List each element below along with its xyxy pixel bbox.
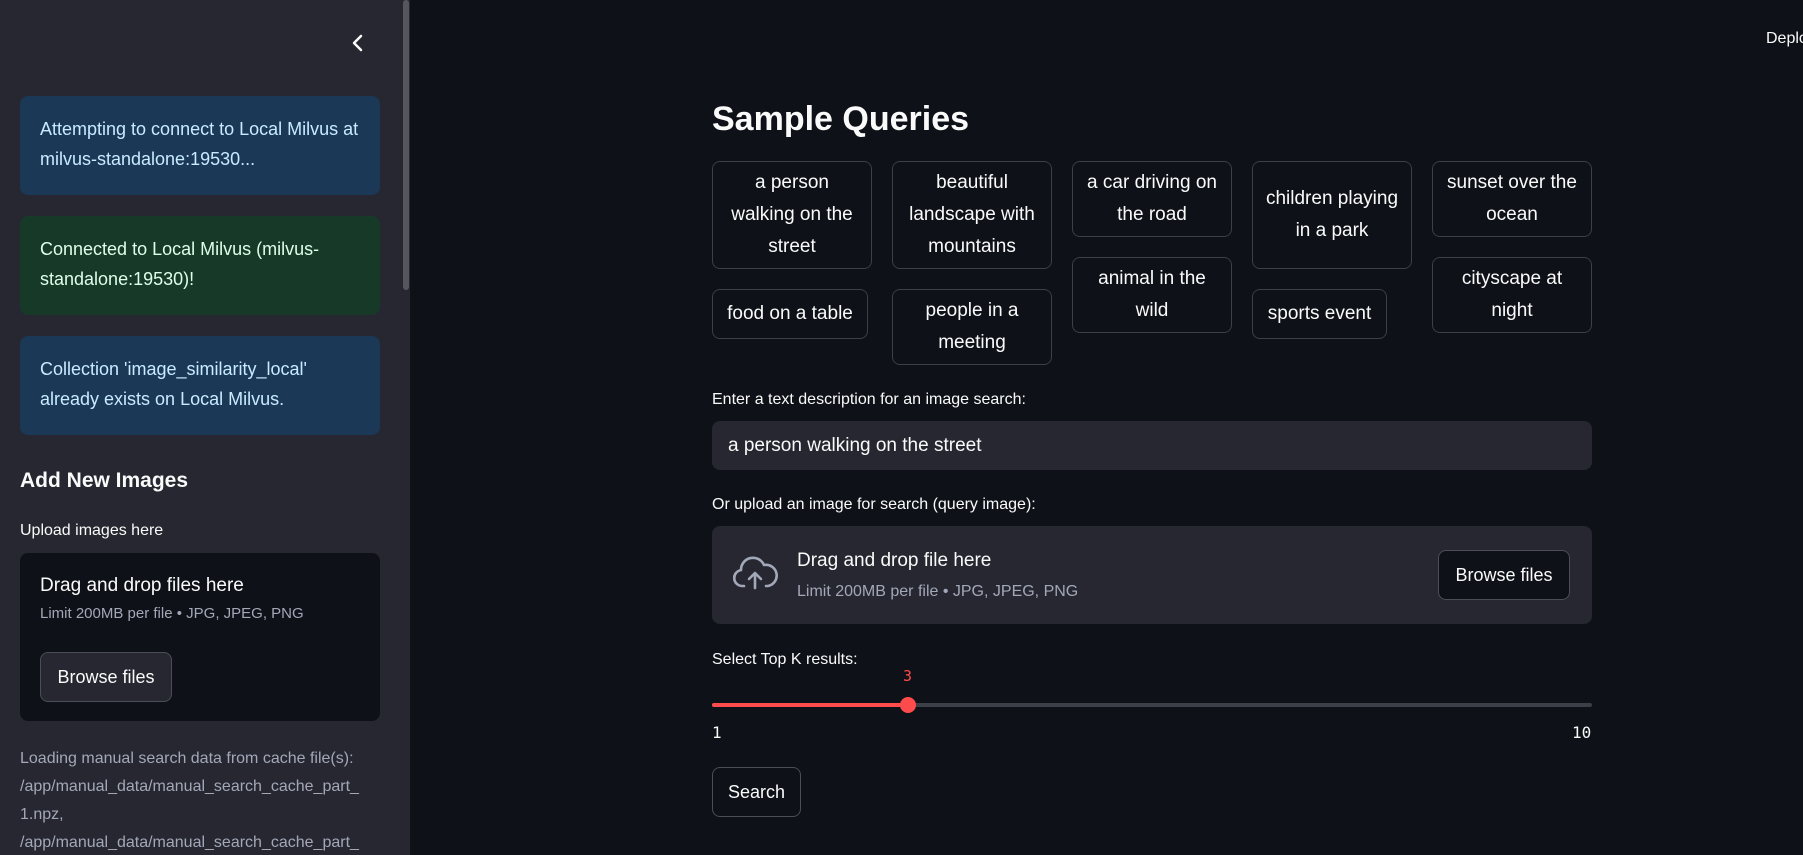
query-image-uploader[interactable]: Drag and drop file here Limit 200MB per … [712, 526, 1592, 624]
sample-query-button[interactable]: beautiful landscape with mountains [892, 161, 1052, 269]
deploy-button[interactable]: Deplo [1766, 30, 1803, 48]
topk-max-tick: 10 [1572, 723, 1592, 742]
page-title: Sample Queries [712, 100, 970, 138]
sidebar-file-uploader[interactable]: Drag and drop files here Limit 200MB per… [20, 553, 380, 721]
alert-connected: Connected to Local Milvus (milvus-standa… [20, 216, 380, 315]
sidebar-drag-drop-text: Drag and drop files here [40, 575, 244, 596]
sidebar-browse-files-button[interactable]: Browse files [40, 652, 172, 702]
sample-query-button[interactable]: children playing in a park [1252, 161, 1412, 269]
cloud-upload-icon [732, 556, 778, 590]
sample-query-button[interactable]: sports event [1252, 289, 1387, 339]
drag-drop-text: Drag and drop file here [797, 550, 992, 571]
add-images-heading: Add New Images [20, 469, 189, 492]
text-search-input[interactable]: a person walking on the street [712, 421, 1592, 470]
sample-query-button[interactable]: food on a table [712, 289, 868, 339]
alert-connected-text: Connected to Local Milvus (milvus-standa… [40, 239, 320, 289]
topk-slider-thumb[interactable]: 3 [899, 667, 916, 713]
log-line: Loading manual search data from cache fi… [20, 750, 354, 767]
cache-loading-log: Loading manual search data from cache fi… [20, 745, 380, 855]
topk-label: Select Top K results: [712, 651, 858, 668]
chevron-left-icon [352, 34, 363, 52]
upload-images-label: Upload images here [20, 522, 164, 539]
sample-query-button[interactable]: a person walking on the street [712, 161, 872, 269]
topk-slider-value: 3 [903, 667, 913, 685]
sidebar-upload-limit-text: Limit 200MB per file • JPG, JPEG, PNG [40, 605, 304, 622]
search-button[interactable]: Search [712, 767, 801, 817]
alert-collection-text: Collection 'image_similarity_local' alre… [40, 359, 307, 409]
sidebar: Attempting to connect to Local Milvus at… [0, 0, 410, 855]
upload-limit-text: Limit 200MB per file • JPG, JPEG, PNG [797, 583, 1079, 600]
log-line: 1.npz, [20, 806, 64, 823]
alert-collection-exists: Collection 'image_similarity_local' alre… [20, 336, 380, 435]
sidebar-collapse-button[interactable] [345, 30, 371, 56]
topk-slider[interactable]: 3 [712, 667, 1592, 713]
topk-min-tick: 1 [712, 723, 722, 742]
browse-files-button[interactable]: Browse files [1438, 550, 1570, 600]
sample-query-button[interactable]: animal in the wild [1072, 257, 1232, 333]
sample-query-button[interactable]: people in a meeting [892, 289, 1052, 365]
alert-connecting-text: Attempting to connect to Local Milvus at… [40, 119, 359, 169]
topk-slider-fill [712, 703, 908, 707]
log-line: /app/manual_data/manual_search_cache_par… [20, 834, 359, 851]
text-search-label: Enter a text description for an image se… [712, 391, 1026, 408]
sidebar-scrollbar[interactable] [403, 0, 409, 290]
sample-query-button[interactable]: sunset over the ocean [1432, 161, 1592, 237]
sample-query-button[interactable]: cityscape at night [1432, 257, 1592, 333]
sample-query-button[interactable]: a car driving on the road [1072, 161, 1232, 237]
image-upload-label: Or upload an image for search (query ima… [712, 496, 1036, 513]
alert-connecting: Attempting to connect to Local Milvus at… [20, 96, 380, 195]
log-line: /app/manual_data/manual_search_cache_par… [20, 778, 359, 795]
